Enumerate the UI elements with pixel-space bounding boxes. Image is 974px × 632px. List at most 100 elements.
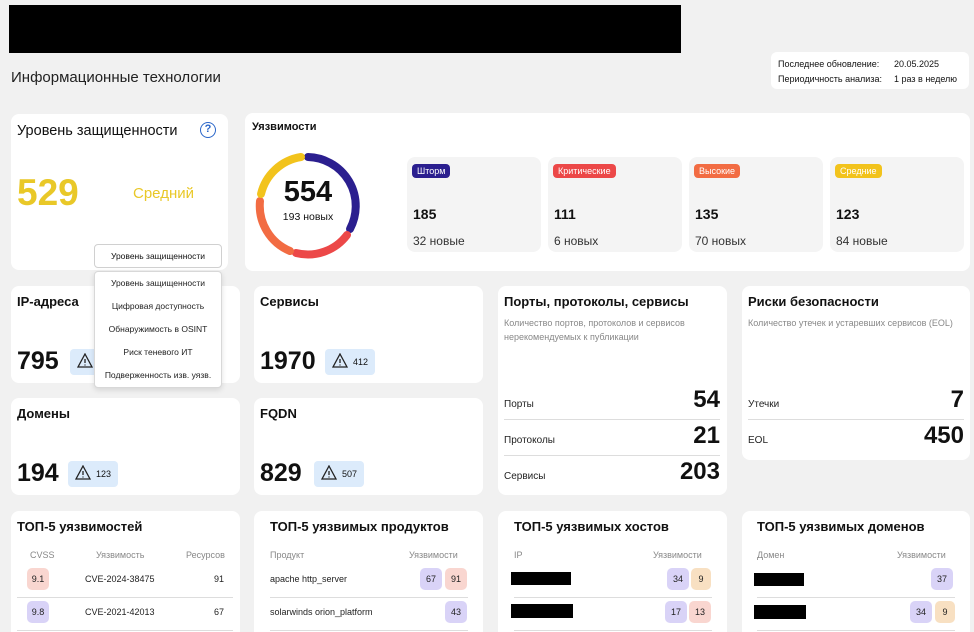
vuln-count-badge: 43 bbox=[445, 601, 467, 623]
severity-new: 70 новых bbox=[695, 234, 746, 248]
services-count: 1970 bbox=[260, 347, 316, 375]
warning-icon bbox=[332, 353, 348, 368]
row-value: 450 bbox=[923, 422, 964, 449]
severity-medium-card[interactable]: Средние 123 84 новые bbox=[830, 157, 964, 252]
dropdown-option[interactable]: Цифровая доступность bbox=[95, 295, 221, 318]
row-value: 7 bbox=[950, 386, 964, 413]
security-score: 529 bbox=[17, 172, 79, 213]
top-products-card: ТОП-5 уязвимых продуктов Продукт Уязвимо… bbox=[254, 511, 483, 632]
severity-count: 185 bbox=[413, 206, 437, 222]
severity-new: 32 новые bbox=[413, 234, 465, 248]
severity-badge: Шторм bbox=[412, 164, 451, 178]
divider bbox=[270, 597, 468, 598]
period-label: Периодичность анализа: bbox=[778, 74, 882, 84]
top-products-title: ТОП-5 уязвимых продуктов bbox=[270, 519, 449, 534]
severity-storm-card[interactable]: Шторм 185 32 новые bbox=[407, 157, 541, 252]
warning-icon bbox=[75, 465, 91, 480]
fqdn-card[interactable]: FQDN 829 507 bbox=[254, 398, 483, 495]
fqdn-count: 829 bbox=[260, 459, 302, 487]
domains-count: 194 bbox=[17, 459, 59, 487]
warning-count: 507 bbox=[342, 469, 358, 479]
metric-dropdown-menu: Уровень защищенности Цифровая доступност… bbox=[94, 271, 222, 388]
ip-count: 795 bbox=[17, 347, 59, 375]
dropdown-option[interactable]: Обнаружимость в OSINT bbox=[95, 318, 221, 341]
warning-icon bbox=[77, 353, 93, 368]
col-product: Продукт bbox=[270, 550, 305, 560]
domains-title: Домены bbox=[17, 406, 70, 421]
ports-title: Порты, протоколы, сервисы bbox=[504, 294, 689, 309]
vuln-count-badge: 17 bbox=[665, 601, 687, 623]
vuln-count-badge: 34 bbox=[667, 568, 689, 590]
redacted-ip bbox=[511, 604, 573, 618]
row-label: Протоколы bbox=[504, 435, 555, 446]
divider bbox=[514, 597, 712, 598]
row-value: 203 bbox=[679, 458, 720, 485]
severity-count: 123 bbox=[836, 206, 860, 222]
fqdn-warning-badge[interactable]: 507 bbox=[314, 461, 364, 487]
severity-badge: Критические bbox=[553, 164, 616, 178]
leaks-row: Утечки 7 bbox=[748, 384, 964, 420]
dropdown-option[interactable]: Уровень защищенности bbox=[95, 272, 221, 295]
warning-icon bbox=[321, 465, 337, 480]
cvss-badge: 9.8 bbox=[27, 601, 49, 623]
help-icon[interactable]: ? bbox=[200, 122, 216, 138]
divider bbox=[270, 630, 468, 631]
cve-link[interactable]: CVE-2021-42013 bbox=[85, 607, 155, 617]
page-title: Информационные технологии bbox=[11, 69, 221, 86]
top-domains-card: ТОП-5 уязвимых доменов Домен Уязвимости … bbox=[742, 511, 970, 632]
row-label: Сервисы bbox=[504, 471, 546, 482]
last-update-label: Последнее обновление: bbox=[778, 59, 880, 69]
divider bbox=[757, 597, 955, 598]
redacted-domain bbox=[754, 573, 804, 586]
severity-high-card[interactable]: Высокие 135 70 новых bbox=[689, 157, 823, 252]
dropdown-option[interactable]: Риск теневого ИТ bbox=[95, 341, 221, 364]
severity-count: 135 bbox=[695, 206, 719, 222]
redacted-domain bbox=[754, 605, 806, 619]
row-value: 54 bbox=[693, 386, 720, 413]
security-risks-card[interactable]: Риски безопасности Количество утечек и у… bbox=[742, 286, 970, 460]
severity-count: 111 bbox=[554, 206, 576, 222]
top-vulnerabilities-card: ТОП-5 уязвимостей CVSS Уязвимость Ресурс… bbox=[11, 511, 240, 632]
top-hosts-title: ТОП-5 уязвимых хостов bbox=[514, 519, 669, 534]
severity-badge: Высокие bbox=[694, 164, 741, 178]
ip-title: IP-адреса bbox=[17, 294, 79, 309]
security-level-text: Средний bbox=[133, 185, 194, 202]
row-label: Утечки bbox=[748, 399, 780, 410]
col-domain: Домен bbox=[757, 550, 785, 560]
divider bbox=[757, 630, 955, 631]
ports-row: Порты 54 bbox=[504, 384, 720, 420]
warning-count: 412 bbox=[353, 357, 369, 367]
divider bbox=[514, 630, 712, 631]
services-card[interactable]: Сервисы 1970 412 bbox=[254, 286, 483, 383]
vuln-count-badge: 67 bbox=[420, 568, 442, 590]
product-name[interactable]: apache http_server bbox=[270, 574, 347, 584]
col-cvss: CVSS bbox=[30, 550, 55, 560]
domains-warning-badge[interactable]: 123 bbox=[68, 461, 118, 487]
severity-critical-card[interactable]: Критические 111 6 новых bbox=[548, 157, 682, 252]
divider bbox=[17, 597, 233, 598]
update-info: Последнее обновление: 20.05.2025 Периодич… bbox=[771, 52, 969, 89]
services-warning-badge[interactable]: 412 bbox=[325, 349, 375, 375]
protocols-row: Протоколы 21 bbox=[504, 420, 720, 456]
cvss-badge: 9.1 bbox=[27, 568, 49, 590]
fqdn-title: FQDN bbox=[260, 406, 297, 421]
redacted-header bbox=[9, 5, 681, 53]
severity-badge: Средние bbox=[835, 164, 882, 178]
domains-card[interactable]: Домены 194 123 bbox=[11, 398, 240, 495]
top-domains-title: ТОП-5 уязвимых доменов bbox=[757, 519, 925, 534]
vuln-count-badge: 13 bbox=[689, 601, 711, 623]
col-vulns: Уязвимости bbox=[897, 550, 946, 560]
last-update-value: 20.05.2025 bbox=[894, 59, 940, 69]
ports-protocols-card[interactable]: Порты, протоколы, сервисы Количество пор… bbox=[498, 286, 727, 495]
row-label: EOL bbox=[748, 435, 769, 446]
metric-select[interactable]: Уровень защищенности bbox=[94, 244, 222, 268]
redacted-ip bbox=[511, 572, 571, 585]
severity-new: 6 новых bbox=[554, 234, 599, 248]
col-resources: Ресурсов bbox=[186, 550, 225, 560]
resources-count: 91 bbox=[214, 574, 225, 584]
product-name[interactable]: solarwinds orion_platform bbox=[270, 607, 373, 617]
vuln-count-badge: 37 bbox=[931, 568, 953, 590]
warning-count: 123 bbox=[96, 469, 112, 479]
cve-link[interactable]: CVE-2024-38475 bbox=[85, 574, 155, 584]
dropdown-option[interactable]: Подверженность изв. уязв. bbox=[95, 364, 221, 387]
